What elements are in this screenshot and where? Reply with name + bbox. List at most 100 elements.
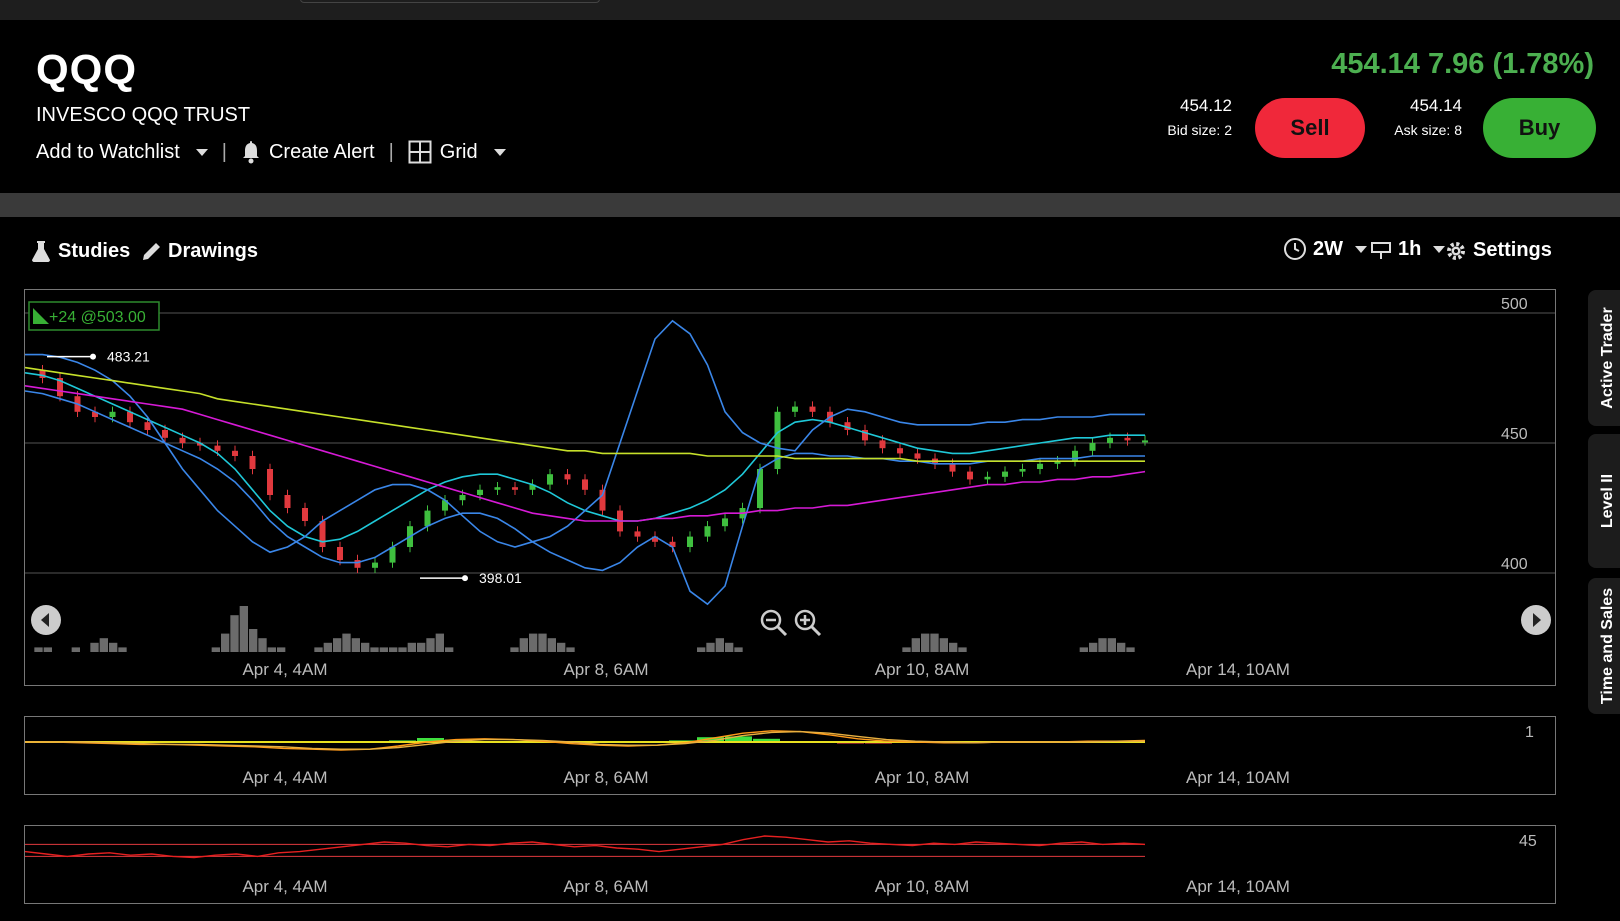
price-chart-panel[interactable]: 400 450 500 +24 @503.00 483.21 398.01 Apr 4, 4… (24, 289, 1556, 686)
security-name: INVESCO QQQ TRUST (36, 104, 251, 126)
candle-body (634, 531, 641, 537)
ask-quote: 454.14 Ask size: 8 (1390, 96, 1462, 138)
add-to-watchlist-button[interactable]: Add to Watchlist (36, 141, 208, 164)
candle-body (267, 469, 273, 495)
volume-bar (34, 647, 43, 652)
candle-body (704, 526, 711, 537)
price-chart[interactable]: 400 450 500 +24 @503.00 483.21 398.01 Apr 4, 4… (25, 290, 1556, 686)
side-tab-label: Level II (1599, 473, 1616, 529)
candle-body (389, 547, 396, 563)
volume-bar (510, 647, 519, 652)
volume-bar (379, 647, 388, 652)
volume-bar (351, 638, 360, 652)
volume-bar (314, 647, 323, 652)
volume-bar (71, 647, 80, 652)
volume-bar (398, 647, 407, 652)
volume-bar (211, 647, 220, 652)
scroll-right-button[interactable] (1521, 605, 1551, 635)
buy-button[interactable]: Buy (1483, 98, 1596, 158)
volume-bar (1079, 647, 1088, 652)
volume-bar (949, 642, 958, 652)
candle-body (179, 437, 186, 443)
volume-bar (538, 633, 547, 652)
candle-body (319, 521, 326, 547)
y-tick-label: 450 (1501, 426, 1528, 443)
volume-bar (407, 642, 416, 652)
chart-settings-button[interactable]: Settings (1445, 239, 1552, 262)
grid-icon (408, 140, 432, 164)
candle-body (232, 450, 238, 456)
candle-body (424, 510, 431, 527)
symbol-title: QQQ (36, 46, 138, 93)
indicator-line (25, 319, 1145, 554)
volume-bar (1117, 642, 1126, 652)
window-top-strip (0, 0, 1620, 21)
create-alert-button[interactable]: Create Alert (241, 140, 375, 164)
chevron-down-icon (1355, 245, 1367, 253)
candle-body (109, 411, 116, 417)
candle-body (1142, 440, 1148, 443)
volume-bar (902, 647, 911, 652)
candle-body (284, 495, 291, 508)
volume-bar (1098, 638, 1107, 652)
candle-body (564, 474, 571, 480)
candle-interval-icon (1371, 242, 1391, 259)
candle-body (1107, 437, 1113, 443)
ask-size: Ask size: 8 (1394, 122, 1462, 138)
grid-layout-button[interactable]: Grid (408, 140, 506, 164)
tab-active-trader[interactable]: Active Trader (1588, 290, 1620, 426)
zoom-out-icon[interactable] (759, 608, 789, 638)
candle-body (214, 445, 221, 451)
macd-panel[interactable]: 1 Apr 4, 4AM Apr 8, 6AM Apr 10, 8AM Apr 14, … (24, 716, 1556, 795)
candle-body (337, 547, 343, 560)
volume-bar (566, 647, 575, 652)
volume-bar (911, 638, 920, 652)
chevron-down-icon (1433, 245, 1446, 253)
interval-selector[interactable]: 1h (1370, 237, 1446, 261)
x-tick-label: Apr 10, 8AM (875, 877, 970, 896)
macd-chart[interactable]: 1 Apr 4, 4AM Apr 8, 6AM Apr 10, 8AM Apr 14, … (25, 717, 1556, 795)
chart-toolbar: Studies Drawings 2W 1h Settings (0, 235, 1560, 275)
volume-bar (939, 638, 948, 652)
low-marker-dot (462, 575, 468, 582)
tab-time-and-sales[interactable]: Time and Sales (1588, 578, 1620, 714)
volume-bar (417, 642, 426, 652)
tab-indicator (300, 0, 600, 3)
range-selector[interactable]: 2W (1283, 237, 1367, 261)
rsi-panel[interactable]: 45 Apr 4, 4AM Apr 8, 6AM Apr 10, 8AM Apr 14,… (24, 825, 1556, 904)
volume-bar (342, 633, 351, 652)
volume-bar (547, 638, 556, 652)
quote-header: QQQ INVESCO QQQ TRUST Add to Watchlist |… (0, 20, 1620, 193)
studies-button[interactable]: Studies (30, 239, 130, 263)
x-tick-label: Apr 8, 6AM (563, 660, 648, 679)
volume-bar (277, 647, 286, 652)
x-tick-label: Apr 10, 8AM (875, 768, 970, 787)
drawings-button[interactable]: Drawings (140, 239, 258, 263)
scroll-left-button[interactable] (31, 605, 61, 635)
x-tick-label: Apr 10, 8AM (875, 660, 970, 679)
candle-body (722, 518, 728, 527)
drawings-label: Drawings (168, 239, 259, 262)
candle-body (1037, 463, 1043, 469)
section-divider-bar (0, 193, 1620, 217)
zoom-in-icon[interactable] (793, 608, 823, 638)
candle-body (1002, 471, 1008, 477)
pencil-icon (143, 243, 160, 260)
candle-body (1124, 437, 1131, 441)
candle-body (249, 456, 256, 469)
candle-body (897, 448, 903, 454)
volume-bar (221, 633, 230, 652)
ask-price: 454.14 (1410, 96, 1462, 115)
volume-bar (426, 638, 435, 652)
indicator-line (25, 385, 1146, 522)
volume-bar (715, 638, 724, 652)
candle-body (914, 453, 921, 459)
tab-level-ii[interactable]: Level II (1588, 434, 1620, 568)
divider: | (388, 140, 394, 163)
rsi-chart[interactable]: 45 Apr 4, 4AM Apr 8, 6AM Apr 10, 8AM Apr 14,… (25, 826, 1556, 904)
sell-button[interactable]: Sell (1255, 98, 1365, 158)
range-label: 2W (1313, 237, 1343, 260)
x-tick-label: Apr 4, 4AM (242, 768, 327, 787)
bid-size: Bid size: 2 (1167, 122, 1232, 138)
candle-body (792, 406, 798, 412)
